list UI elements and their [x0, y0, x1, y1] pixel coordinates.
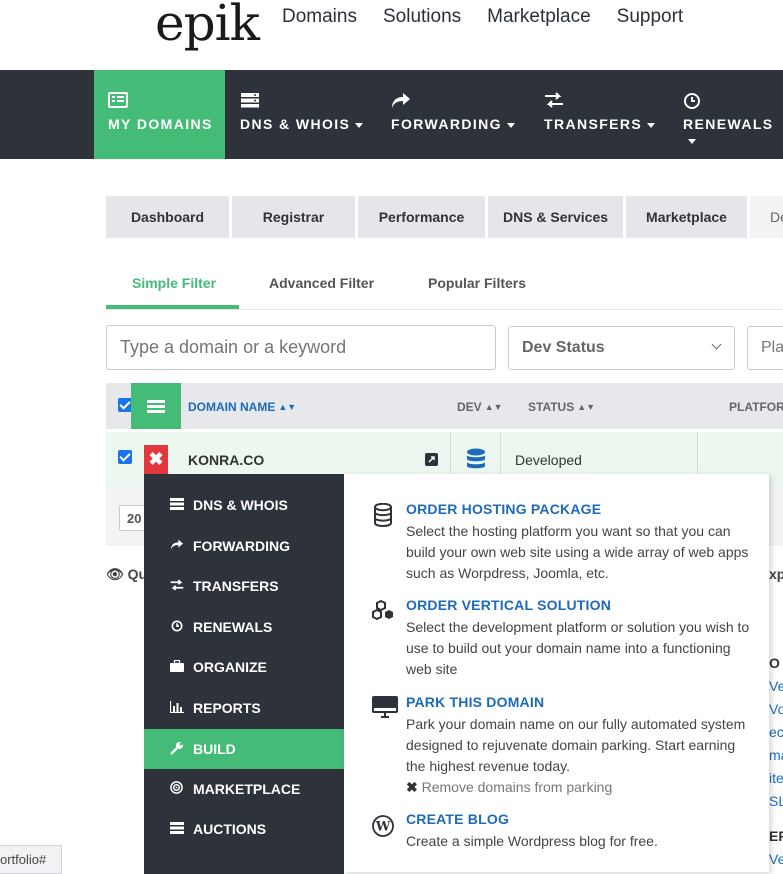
- quick-stats-label: 👁 Qu: [106, 566, 148, 582]
- top-nav-solutions[interactable]: Solutions: [383, 6, 461, 28]
- filter-tabs: Simple Filter Advanced Filter Popular Fi…: [106, 264, 783, 310]
- park-domain-link[interactable]: PARK THIS DOMAIN: [406, 694, 751, 710]
- wrench-icon: [168, 741, 185, 758]
- tab-popular-filters[interactable]: Popular Filters: [428, 275, 526, 291]
- expiring-label: xp: [769, 566, 783, 582]
- select-all-checkbox[interactable]: [118, 398, 132, 412]
- menu-item-dns-whois[interactable]: DNS & WHOIS: [144, 485, 344, 525]
- server-icon: [168, 497, 185, 513]
- external-link-icon[interactable]: [425, 453, 438, 466]
- nav-renewals[interactable]: RENEWALS: [683, 70, 783, 159]
- tab-performance[interactable]: Performance: [358, 196, 485, 238]
- close-menu-button[interactable]: ✖: [144, 445, 168, 474]
- server-icon: [168, 821, 185, 837]
- menu-item-renewals[interactable]: RENEWALS: [144, 607, 344, 647]
- caret-down-icon: [506, 122, 515, 128]
- cubes-icon: [372, 599, 396, 623]
- list-icon: [108, 92, 225, 110]
- row-checkbox[interactable]: [118, 450, 132, 464]
- nav-my-domains[interactable]: MY DOMAINS: [94, 70, 225, 159]
- order-hosting-link[interactable]: ORDER HOSTING PACKAGE: [406, 501, 751, 517]
- close-icon: ✖: [148, 449, 164, 469]
- tab-marketplace[interactable]: Marketplace: [626, 196, 747, 238]
- tab-simple-filter[interactable]: Simple Filter: [132, 275, 216, 291]
- status-cell: Developed: [515, 452, 582, 468]
- option-order-hosting: ORDER HOSTING PACKAGE Select the hosting…: [406, 501, 751, 584]
- caret-down-icon: [688, 138, 696, 144]
- hamburger-icon: [147, 400, 165, 403]
- menu-item-auctions[interactable]: AUCTIONS: [144, 809, 344, 849]
- database-icon[interactable]: [466, 448, 486, 477]
- tab-dev[interactable]: Dev: [750, 196, 783, 238]
- epik-logo[interactable]: epik: [155, 0, 260, 52]
- nav-dns-whois[interactable]: DNS & WHOIS: [240, 70, 375, 159]
- dashboard-tabs: Dashboard Registrar Performance DNS & Se…: [106, 196, 783, 238]
- header-status[interactable]: STATUS ▲▼: [528, 400, 595, 414]
- exchange-icon: [544, 92, 669, 110]
- exchange-icon: [168, 578, 185, 594]
- share-arrow-icon: [391, 92, 531, 110]
- page-size-select[interactable]: 20: [119, 505, 147, 531]
- svg-text:W: W: [375, 820, 391, 835]
- option-park-domain: PARK THIS DOMAIN Park your domain name o…: [406, 694, 751, 798]
- domain-name-cell[interactable]: KONRA.CO: [188, 452, 264, 468]
- menu-item-forwarding[interactable]: FORWARDING: [144, 526, 344, 566]
- monitor-icon: [372, 696, 398, 720]
- search-input[interactable]: [106, 325, 496, 370]
- top-nav-support[interactable]: Support: [617, 6, 684, 28]
- tab-advanced-filter[interactable]: Advanced Filter: [269, 275, 374, 291]
- menu-item-transfers[interactable]: TRANSFERS: [144, 566, 344, 606]
- tab-dns-services[interactable]: DNS & Services: [488, 196, 623, 238]
- close-icon: ✖: [406, 779, 418, 795]
- server-icon: [240, 92, 375, 110]
- platform-select[interactable]: Pla: [747, 326, 783, 370]
- menu-item-reports[interactable]: REPORTS: [144, 688, 344, 728]
- tab-dashboard[interactable]: Dashboard: [106, 196, 229, 238]
- caret-down-icon: [647, 122, 656, 128]
- clock-icon: [168, 620, 185, 635]
- eye-icon: 👁: [106, 566, 124, 582]
- top-nav: Domains Solutions Marketplace Support: [282, 6, 709, 28]
- active-tab-indicator: [106, 305, 239, 309]
- clock-icon: [683, 92, 783, 110]
- share-arrow-icon: [168, 539, 185, 554]
- sort-icon: ▲▼: [278, 402, 297, 412]
- remove-from-parking-link[interactable]: ✖ Remove domains from parking: [406, 777, 751, 798]
- chevron-down-icon: [711, 339, 722, 350]
- sort-icon: ▲▼: [484, 402, 503, 412]
- status-bar-url: ortfolio#: [0, 845, 62, 874]
- create-blog-link[interactable]: CREATE BLOG: [406, 811, 751, 827]
- nav-forwarding[interactable]: FORWARDING: [391, 70, 531, 159]
- option-order-vertical: ORDER VERTICAL SOLUTION Select the devel…: [406, 597, 751, 677]
- tab-registrar[interactable]: Registrar: [232, 196, 355, 238]
- menu-item-organize[interactable]: ORGANIZE: [144, 647, 344, 687]
- caret-down-icon: [355, 122, 364, 128]
- bar-chart-icon: [168, 700, 185, 716]
- nav-transfers[interactable]: TRANSFERS: [544, 70, 669, 159]
- sort-icon: ▲▼: [577, 402, 596, 412]
- header-dev[interactable]: DEV ▲▼: [457, 400, 503, 414]
- top-nav-marketplace[interactable]: Marketplace: [487, 6, 591, 28]
- menu-item-build[interactable]: BUILD: [144, 729, 344, 769]
- database-icon: [372, 502, 396, 527]
- briefcase-icon: [168, 659, 185, 675]
- target-icon: [168, 781, 185, 797]
- option-create-blog: CREATE BLOG Create a simple Wordpress bl…: [406, 811, 751, 852]
- menu-item-marketplace[interactable]: MARKETPLACE: [144, 769, 344, 809]
- dev-status-select[interactable]: Dev Status: [508, 326, 735, 370]
- header-platform[interactable]: PLATFOR: [729, 400, 783, 414]
- bulk-menu-button[interactable]: [131, 383, 181, 429]
- order-vertical-link[interactable]: ORDER VERTICAL SOLUTION: [406, 597, 751, 613]
- top-nav-domains[interactable]: Domains: [282, 6, 357, 28]
- header-domain-name[interactable]: DOMAIN NAME ▲▼: [188, 400, 296, 414]
- wordpress-icon: W: [372, 815, 396, 839]
